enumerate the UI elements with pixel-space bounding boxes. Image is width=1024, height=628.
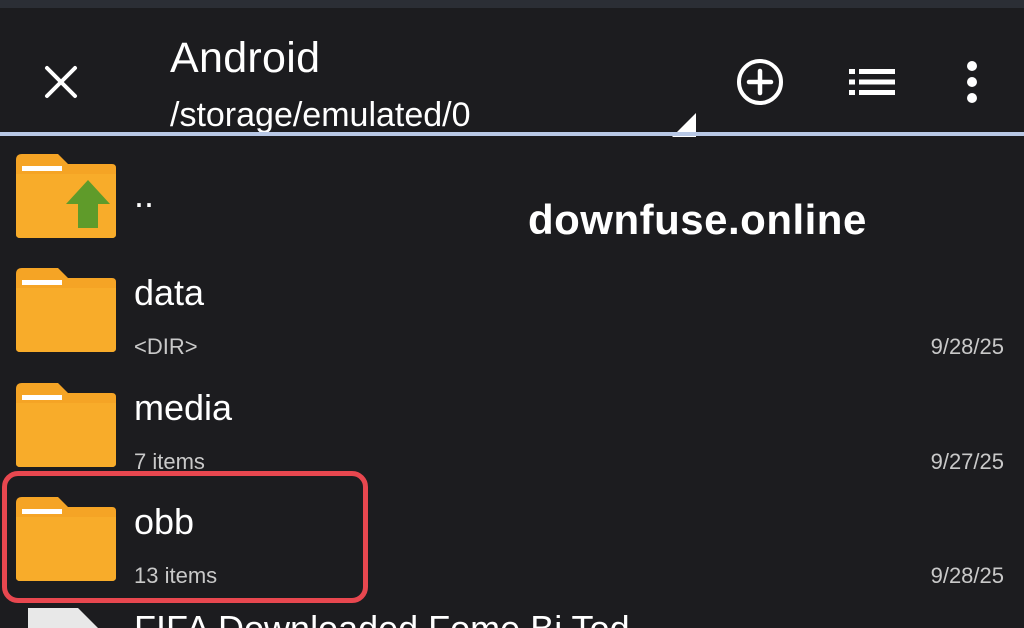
status-bar (0, 0, 1024, 8)
app-bar: Android /storage/emulated/0 (0, 8, 1024, 137)
list-item-data[interactable]: data <DIR> 9/28/25 (0, 262, 1024, 376)
folder-path[interactable]: /storage/emulated/0 (170, 96, 471, 135)
file-icon (28, 608, 98, 628)
folder-up-icon (16, 154, 116, 238)
folder-icon (16, 268, 116, 352)
file-name: .. (134, 174, 155, 215)
folder-title: Android (170, 34, 321, 82)
file-manager-screen: Android /storage/emulated/0 .. downfuse.… (0, 0, 1024, 628)
list-view-button[interactable] (844, 54, 900, 110)
watermark-text: downfuse.online (528, 196, 867, 243)
add-button[interactable] (732, 54, 788, 110)
close-icon (45, 66, 77, 98)
file-date: 9/28/25 (930, 563, 1004, 588)
file-date: 9/27/25 (930, 449, 1004, 474)
partial-file-name[interactable]: FIFA Downloaded Fome Bi Tod... (134, 608, 660, 628)
list-item-parent-folder[interactable]: .. (0, 148, 1024, 262)
close-button[interactable] (32, 53, 90, 111)
more-options-button[interactable] (944, 54, 1000, 110)
file-name: media (134, 387, 233, 428)
highlight-annotation (2, 471, 368, 603)
file-info: <DIR> (134, 334, 198, 359)
more-vert-icon (967, 61, 977, 103)
file-name: data (134, 272, 205, 313)
folder-icon (16, 383, 116, 467)
add-circle-icon (737, 59, 783, 105)
file-date: 9/28/25 (930, 334, 1004, 359)
list-view-icon (849, 69, 895, 95)
